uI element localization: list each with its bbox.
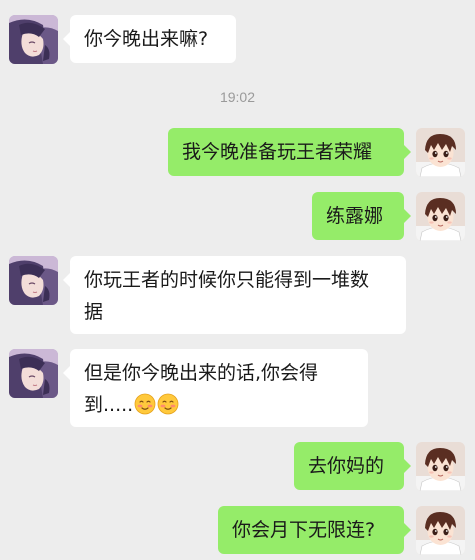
message-timestamp: 19:02 <box>219 89 256 105</box>
message-incoming: 你今晚出来嘛? <box>9 15 236 64</box>
message-text: 到..... <box>84 394 134 416</box>
message-incoming: 但是你今晚出来的话,你会得 到..... <box>9 349 368 427</box>
message-outgoing: 我今晚准备玩王者荣耀 <box>168 128 465 177</box>
message-text: 你会月下无限连? <box>232 519 376 541</box>
contact-avatar-icon[interactable] <box>9 349 58 398</box>
message-bubble[interactable]: 你会月下无限连? <box>218 506 411 554</box>
contact-avatar-icon[interactable] <box>9 15 58 64</box>
blushing-smile-emoji-icon <box>157 393 179 415</box>
message-bubble[interactable]: 你玩王者的时候你只能得到一堆数 据 <box>63 256 406 334</box>
message-text-line: 你玩王者的时候你只能得到一堆数 <box>84 269 370 291</box>
message-text: 去你妈的 <box>308 455 385 477</box>
message-outgoing: 你会月下无限连? <box>218 506 465 555</box>
message-bubble[interactable]: 我今晚准备玩王者荣耀 <box>168 128 411 176</box>
my-avatar-icon[interactable] <box>416 128 465 177</box>
chat-messages-area[interactable]: 你今晚出来嘛? 19:02 我今晚准备玩王者荣耀 练露娜 你玩王者的时候你只能得… <box>0 0 475 560</box>
message-outgoing: 练露娜 <box>312 192 465 241</box>
message-text-line-2: 到..... <box>84 389 354 421</box>
message-text: 我今晚准备玩王者荣耀 <box>182 141 373 163</box>
message-bubble[interactable]: 但是你今晚出来的话,你会得 到..... <box>63 349 368 427</box>
message-text-line: 但是你今晚出来的话,你会得 <box>84 362 319 384</box>
message-incoming: 你玩王者的时候你只能得到一堆数 据 <box>9 256 406 334</box>
message-bubble[interactable]: 练露娜 <box>312 192 411 240</box>
message-text: 你今晚出来嘛? <box>84 28 209 50</box>
blushing-smile-emoji-icon <box>134 393 156 415</box>
contact-avatar-icon[interactable] <box>9 256 58 305</box>
message-text: 练露娜 <box>326 205 384 227</box>
message-text-line: 据 <box>84 301 104 323</box>
my-avatar-icon[interactable] <box>416 506 465 555</box>
message-outgoing: 去你妈的 <box>294 442 465 491</box>
my-avatar-icon[interactable] <box>416 442 465 491</box>
message-bubble[interactable]: 去你妈的 <box>294 442 411 490</box>
my-avatar-icon[interactable] <box>416 192 465 241</box>
message-bubble[interactable]: 你今晚出来嘛? <box>63 15 236 63</box>
